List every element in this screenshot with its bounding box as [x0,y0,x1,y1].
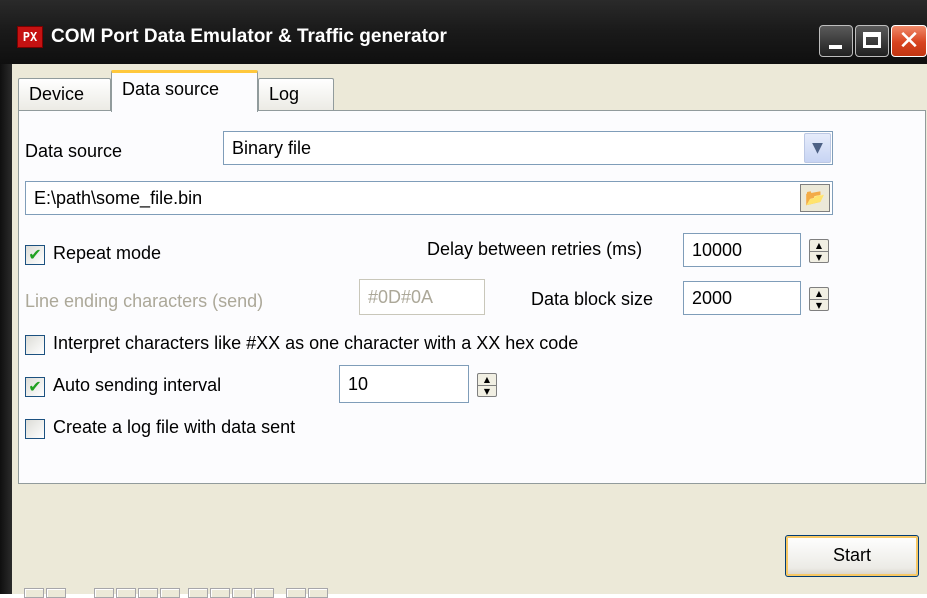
data-source-select[interactable]: Binary file ▼ [223,131,833,165]
line-ending-input: #0D#0A [359,279,485,315]
delay-value: 10000 [692,240,743,260]
spin-up-icon[interactable]: ▲ [810,240,828,251]
status-indicator [232,588,252,598]
close-button[interactable]: ✕ [891,25,927,57]
minimize-button[interactable] [819,25,853,57]
app-icon: PX [17,26,43,48]
browse-file-button[interactable]: 📂 [800,184,830,212]
repeat-mode-checkbox[interactable]: ✔ [25,245,45,265]
status-indicator [46,588,66,598]
tab-log[interactable]: Log [258,78,334,110]
status-indicator [24,588,44,598]
spin-down-icon[interactable]: ▼ [810,251,828,263]
title-bar[interactable]: PX COM Port Data Emulator & Traffic gene… [0,0,927,64]
line-ending-value: #0D#0A [368,287,434,307]
repeat-mode-label: Repeat mode [53,243,162,263]
block-size-value: 2000 [692,288,733,308]
auto-send-checkbox[interactable]: ✔ [25,377,45,397]
window-frame-left [0,64,12,594]
interpret-hex-label: Interpret characters like #XX as one cha… [53,333,579,353]
status-indicator [254,588,274,598]
maximize-icon [863,32,881,48]
status-indicator-group [286,588,328,598]
tab-data-source[interactable]: Data source [111,70,258,112]
auto-send-interval-value: 10 [348,374,369,394]
status-indicator [210,588,230,598]
file-path-value: E:\path\some_file.bin [34,188,203,208]
open-folder-icon: 📂 [805,188,825,207]
spin-down-icon[interactable]: ▼ [810,299,828,311]
status-indicator-group [188,588,274,598]
status-indicator [308,588,328,598]
block-size-spinner[interactable]: ▲ ▼ [809,287,829,311]
chevron-down-icon: ▼ [812,140,823,156]
status-indicator [116,588,136,598]
line-ending-label: Line ending characters (send) [25,291,264,311]
auto-send-interval-input[interactable]: 10 [339,365,469,403]
status-indicator [188,588,208,598]
block-size-label: Data block size [531,289,654,309]
data-source-panel: Data source Binary file ▼ E:\path\some_f… [18,110,926,484]
delay-spinner[interactable]: ▲ ▼ [809,239,829,263]
interpret-hex-checkbox[interactable] [25,335,45,355]
spin-up-icon[interactable]: ▲ [478,374,496,385]
file-path-field[interactable]: E:\path\some_file.bin 📂 [25,181,833,215]
status-indicator [94,588,114,598]
tab-device[interactable]: Device [18,78,111,110]
data-source-value: Binary file [232,138,312,158]
window-title: COM Port Data Emulator & Traffic generat… [51,26,447,47]
create-log-label: Create a log file with data sent [53,417,296,437]
delay-label: Delay between retries (ms) [427,239,643,259]
create-log-checkbox[interactable] [25,419,45,439]
spin-up-icon[interactable]: ▲ [810,288,828,299]
spin-down-icon[interactable]: ▼ [478,385,496,397]
status-indicator-group [24,588,66,598]
client-area: Device Data source Log Data source Binar… [12,64,927,598]
status-indicator [138,588,158,598]
status-indicator-group [94,588,180,598]
maximize-button[interactable] [855,25,889,57]
data-source-dropdown-button[interactable]: ▼ [804,133,831,163]
delay-input[interactable]: 10000 [683,233,801,267]
auto-send-spinner[interactable]: ▲ ▼ [477,373,497,397]
minimize-icon [829,45,842,49]
status-indicator [286,588,306,598]
auto-send-label: Auto sending interval [53,375,222,395]
status-indicator [160,588,180,598]
start-button[interactable]: Start [785,535,919,577]
close-icon: ✕ [898,26,920,56]
block-size-input[interactable]: 2000 [683,281,801,315]
data-source-label: Data source [25,141,123,161]
